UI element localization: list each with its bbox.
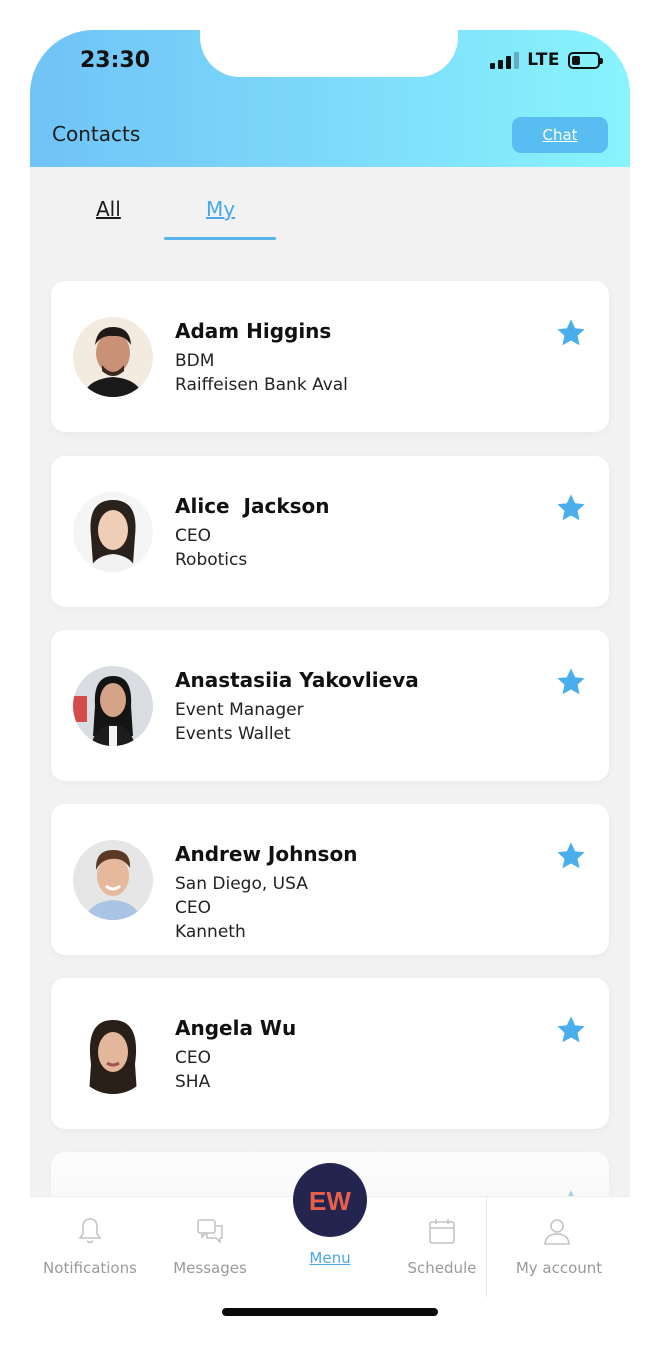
battery-icon <box>568 51 603 69</box>
contact-card[interactable]: Andrew Johnson San Diego, USA CEO Kannet… <box>51 804 609 955</box>
contact-position: CEO <box>175 1048 211 1068</box>
favorite-star-icon[interactable] <box>555 317 587 349</box>
nav-label: My account <box>515 1259 603 1277</box>
favorite-star-icon[interactable] <box>555 840 587 872</box>
network-type: LTE <box>527 50 560 70</box>
device-notch <box>200 30 458 77</box>
menu-button[interactable]: EW <box>293 1163 367 1237</box>
nav-label: Messages <box>173 1259 247 1277</box>
contact-company: Events Wallet <box>175 724 291 744</box>
tab-my[interactable]: My <box>206 197 235 221</box>
header-bar: 23:30 LTE Contacts Chat <box>30 30 630 167</box>
nav-notifications[interactable]: Notifications <box>30 1197 150 1297</box>
signal-icon <box>490 51 520 69</box>
contact-location: San Diego, USA <box>175 874 308 894</box>
calendar-icon <box>429 1219 455 1244</box>
avatar <box>73 666 153 746</box>
favorite-star-icon[interactable] <box>555 1014 587 1046</box>
contact-tabs: All My <box>30 167 630 257</box>
user-icon <box>544 1219 570 1245</box>
nav-label: Schedule <box>407 1259 477 1277</box>
contact-name: Adam Higgins <box>175 319 332 343</box>
chat-bubbles-icon <box>197 1219 223 1244</box>
status-indicators: LTE <box>490 50 603 70</box>
nav-label: Notifications <box>43 1259 137 1277</box>
nav-messages[interactable]: Messages <box>150 1197 270 1297</box>
avatar <box>73 1014 153 1094</box>
contact-position: BDM <box>175 351 215 371</box>
contact-name: Angela Wu <box>175 1016 297 1040</box>
contact-company: Kanneth <box>175 922 246 942</box>
nav-my-account[interactable]: My account <box>486 1197 630 1297</box>
favorite-star-icon[interactable] <box>555 666 587 698</box>
contact-card[interactable]: Angela Wu CEO SHA <box>51 978 609 1129</box>
nav-schedule[interactable]: Schedule <box>382 1197 502 1297</box>
contact-position: Event Manager <box>175 700 304 720</box>
contact-card[interactable]: Anastasiia Yakovlieva Event Manager Even… <box>51 630 609 781</box>
contact-card[interactable]: Alice Jackson CEO Robotics <box>51 456 609 607</box>
contact-name: Alice Jackson <box>175 494 330 518</box>
contact-company: Raiffeisen Bank Aval <box>175 375 348 395</box>
nav-menu-label[interactable]: Menu <box>270 1249 390 1267</box>
contact-position: CEO <box>175 898 211 918</box>
bell-icon <box>78 1218 102 1244</box>
avatar <box>73 840 153 920</box>
app-screen: 23:30 LTE Contacts Chat All My Adam Higg… <box>30 30 630 1270</box>
active-tab-indicator <box>164 237 276 240</box>
contact-company: SHA <box>175 1072 211 1092</box>
page-title: Contacts <box>52 122 141 146</box>
contact-name: Andrew Johnson <box>175 842 358 866</box>
contact-card[interactable]: Adam Higgins BDM Raiffeisen Bank Aval <box>51 281 609 432</box>
ew-logo-icon: EW <box>309 1186 351 1215</box>
status-time: 23:30 <box>80 48 151 73</box>
favorite-star-icon[interactable] <box>555 492 587 524</box>
avatar <box>73 492 153 572</box>
contact-position: CEO <box>175 526 211 546</box>
home-indicator <box>222 1308 438 1316</box>
tab-all[interactable]: All <box>96 197 121 221</box>
svg-text:EW: EW <box>309 1186 351 1215</box>
contact-company: Robotics <box>175 550 248 570</box>
chat-button[interactable]: Chat <box>512 117 608 153</box>
bottom-navigation: Notifications Messages EW Menu Schedule … <box>30 1163 630 1297</box>
contact-name: Anastasiia Yakovlieva <box>175 668 419 692</box>
avatar <box>73 317 153 397</box>
